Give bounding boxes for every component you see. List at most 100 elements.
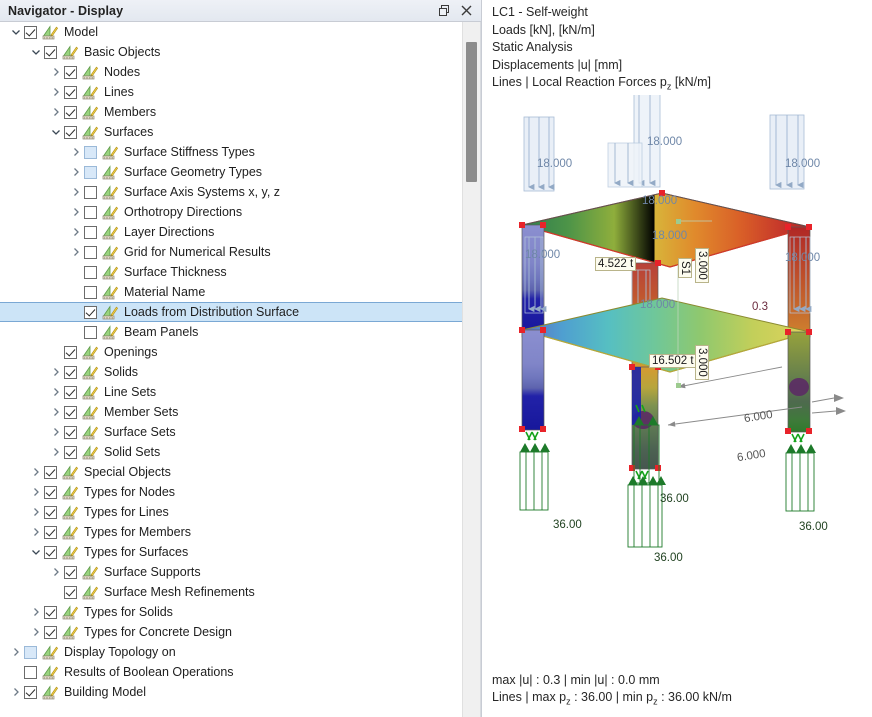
chevron-right-icon[interactable] (48, 442, 64, 462)
tree-row[interactable]: Surface Geometry Types (0, 162, 463, 182)
tree-row[interactable]: Surface Thickness (0, 262, 463, 282)
display-tree[interactable]: Model Basic Objects Nodes Lines Members Surfa… (0, 22, 463, 717)
chevron-right-icon[interactable] (28, 602, 44, 622)
chevron-right-icon[interactable] (48, 102, 64, 122)
visibility-checkbox[interactable] (64, 365, 77, 379)
tree-row[interactable]: Special Objects (0, 462, 463, 482)
tree-row[interactable]: Types for Members (0, 522, 463, 542)
chevron-right-icon[interactable] (48, 562, 64, 582)
visibility-checkbox[interactable] (44, 45, 57, 59)
tree-row[interactable]: Line Sets (0, 382, 463, 402)
chevron-right-icon[interactable] (8, 642, 24, 662)
tree-row[interactable]: Beam Panels (0, 322, 463, 342)
tree-row[interactable]: Types for Lines (0, 502, 463, 522)
visibility-checkbox[interactable] (64, 345, 77, 359)
chevron-right-icon[interactable] (48, 382, 64, 402)
chevron-right-icon[interactable] (68, 162, 84, 182)
chevron-down-icon[interactable] (48, 122, 64, 142)
tree-row[interactable]: Surface Stiffness Types (0, 142, 463, 162)
tree-row-selected[interactable]: Loads from Distribution Surface (0, 302, 463, 322)
structure-rendering[interactable] (482, 95, 872, 655)
column-left-lower[interactable] (521, 329, 545, 431)
visibility-checkbox[interactable] (24, 645, 37, 659)
model-3d-view[interactable]: LC1 - Self-weight Loads [kN], [kN/m] Sta… (482, 0, 872, 717)
visibility-checkbox[interactable] (64, 65, 77, 79)
tree-row[interactable]: Material Name (0, 282, 463, 302)
chevron-right-icon[interactable] (28, 502, 44, 522)
column-right-upper[interactable] (787, 226, 811, 338)
tree-row[interactable]: Orthotropy Directions (0, 202, 463, 222)
tree-row[interactable]: Grid for Numerical Results (0, 242, 463, 262)
visibility-checkbox[interactable] (24, 685, 37, 699)
chevron-right-icon[interactable] (48, 422, 64, 442)
tree-row[interactable]: Types for Solids (0, 602, 463, 622)
visibility-checkbox[interactable] (44, 485, 57, 499)
visibility-checkbox[interactable] (64, 585, 77, 599)
visibility-checkbox[interactable] (84, 165, 97, 179)
float-window-icon[interactable] (433, 2, 455, 20)
tree-row[interactable]: Nodes (0, 62, 463, 82)
visibility-checkbox[interactable] (44, 465, 57, 479)
chevron-right-icon[interactable] (48, 362, 64, 382)
visibility-checkbox[interactable] (84, 325, 97, 339)
visibility-checkbox[interactable] (44, 525, 57, 539)
chevron-down-icon[interactable] (28, 42, 44, 62)
chevron-right-icon[interactable] (48, 82, 64, 102)
chevron-right-icon[interactable] (68, 242, 84, 262)
chevron-right-icon[interactable] (68, 202, 84, 222)
visibility-checkbox[interactable] (64, 425, 77, 439)
tree-row[interactable]: Solids (0, 362, 463, 382)
visibility-checkbox[interactable] (64, 85, 77, 99)
tree-row[interactable]: Types for Concrete Design (0, 622, 463, 642)
tree-row[interactable]: Openings (0, 342, 463, 362)
chevron-right-icon[interactable] (48, 62, 64, 82)
visibility-checkbox[interactable] (84, 285, 97, 299)
tree-row[interactable]: Solid Sets (0, 442, 463, 462)
visibility-checkbox[interactable] (84, 305, 97, 319)
visibility-checkbox[interactable] (24, 25, 37, 39)
tree-row[interactable]: Surface Supports (0, 562, 463, 582)
scrollbar-thumb[interactable] (466, 42, 477, 182)
tree-row[interactable]: Basic Objects (0, 42, 463, 62)
tree-row[interactable]: Types for Surfaces (0, 542, 463, 562)
visibility-checkbox[interactable] (84, 265, 97, 279)
tree-row[interactable]: Surface Sets (0, 422, 463, 442)
tree-row[interactable]: Surface Mesh Refinements (0, 582, 463, 602)
tree-row[interactable]: Member Sets (0, 402, 463, 422)
visibility-checkbox[interactable] (64, 445, 77, 459)
tree-row[interactable]: Surface Axis Systems x, y, z (0, 182, 463, 202)
tree-row[interactable]: Results of Boolean Operations (0, 662, 463, 682)
visibility-checkbox[interactable] (44, 625, 57, 639)
visibility-checkbox[interactable] (84, 185, 97, 199)
visibility-checkbox[interactable] (24, 665, 37, 679)
visibility-checkbox[interactable] (64, 405, 77, 419)
tree-row[interactable]: Display Topology on (0, 642, 463, 662)
tree-vertical-scrollbar[interactable] (462, 22, 480, 717)
tree-row[interactable]: Surfaces (0, 122, 463, 142)
chevron-down-icon[interactable] (28, 542, 44, 562)
visibility-checkbox[interactable] (84, 245, 97, 259)
chevron-right-icon[interactable] (48, 402, 64, 422)
tree-row[interactable]: Building Model (0, 682, 463, 702)
chevron-right-icon[interactable] (8, 682, 24, 702)
chevron-right-icon[interactable] (68, 182, 84, 202)
chevron-right-icon[interactable] (68, 222, 84, 242)
tree-row[interactable]: Lines (0, 82, 463, 102)
tree-row[interactable]: Layer Directions (0, 222, 463, 242)
visibility-checkbox[interactable] (44, 545, 57, 559)
visibility-checkbox[interactable] (64, 125, 77, 139)
tree-row[interactable]: Types for Nodes (0, 482, 463, 502)
tree-row[interactable]: Model (0, 22, 463, 42)
chevron-right-icon[interactable] (28, 462, 44, 482)
visibility-checkbox[interactable] (64, 385, 77, 399)
chevron-right-icon[interactable] (28, 622, 44, 642)
visibility-checkbox[interactable] (64, 105, 77, 119)
visibility-checkbox[interactable] (84, 145, 97, 159)
chevron-right-icon[interactable] (28, 522, 44, 542)
visibility-checkbox[interactable] (44, 605, 57, 619)
visibility-checkbox[interactable] (84, 205, 97, 219)
tree-row[interactable]: Members (0, 102, 463, 122)
visibility-checkbox[interactable] (84, 225, 97, 239)
close-icon[interactable] (455, 2, 477, 20)
chevron-down-icon[interactable] (8, 22, 24, 42)
